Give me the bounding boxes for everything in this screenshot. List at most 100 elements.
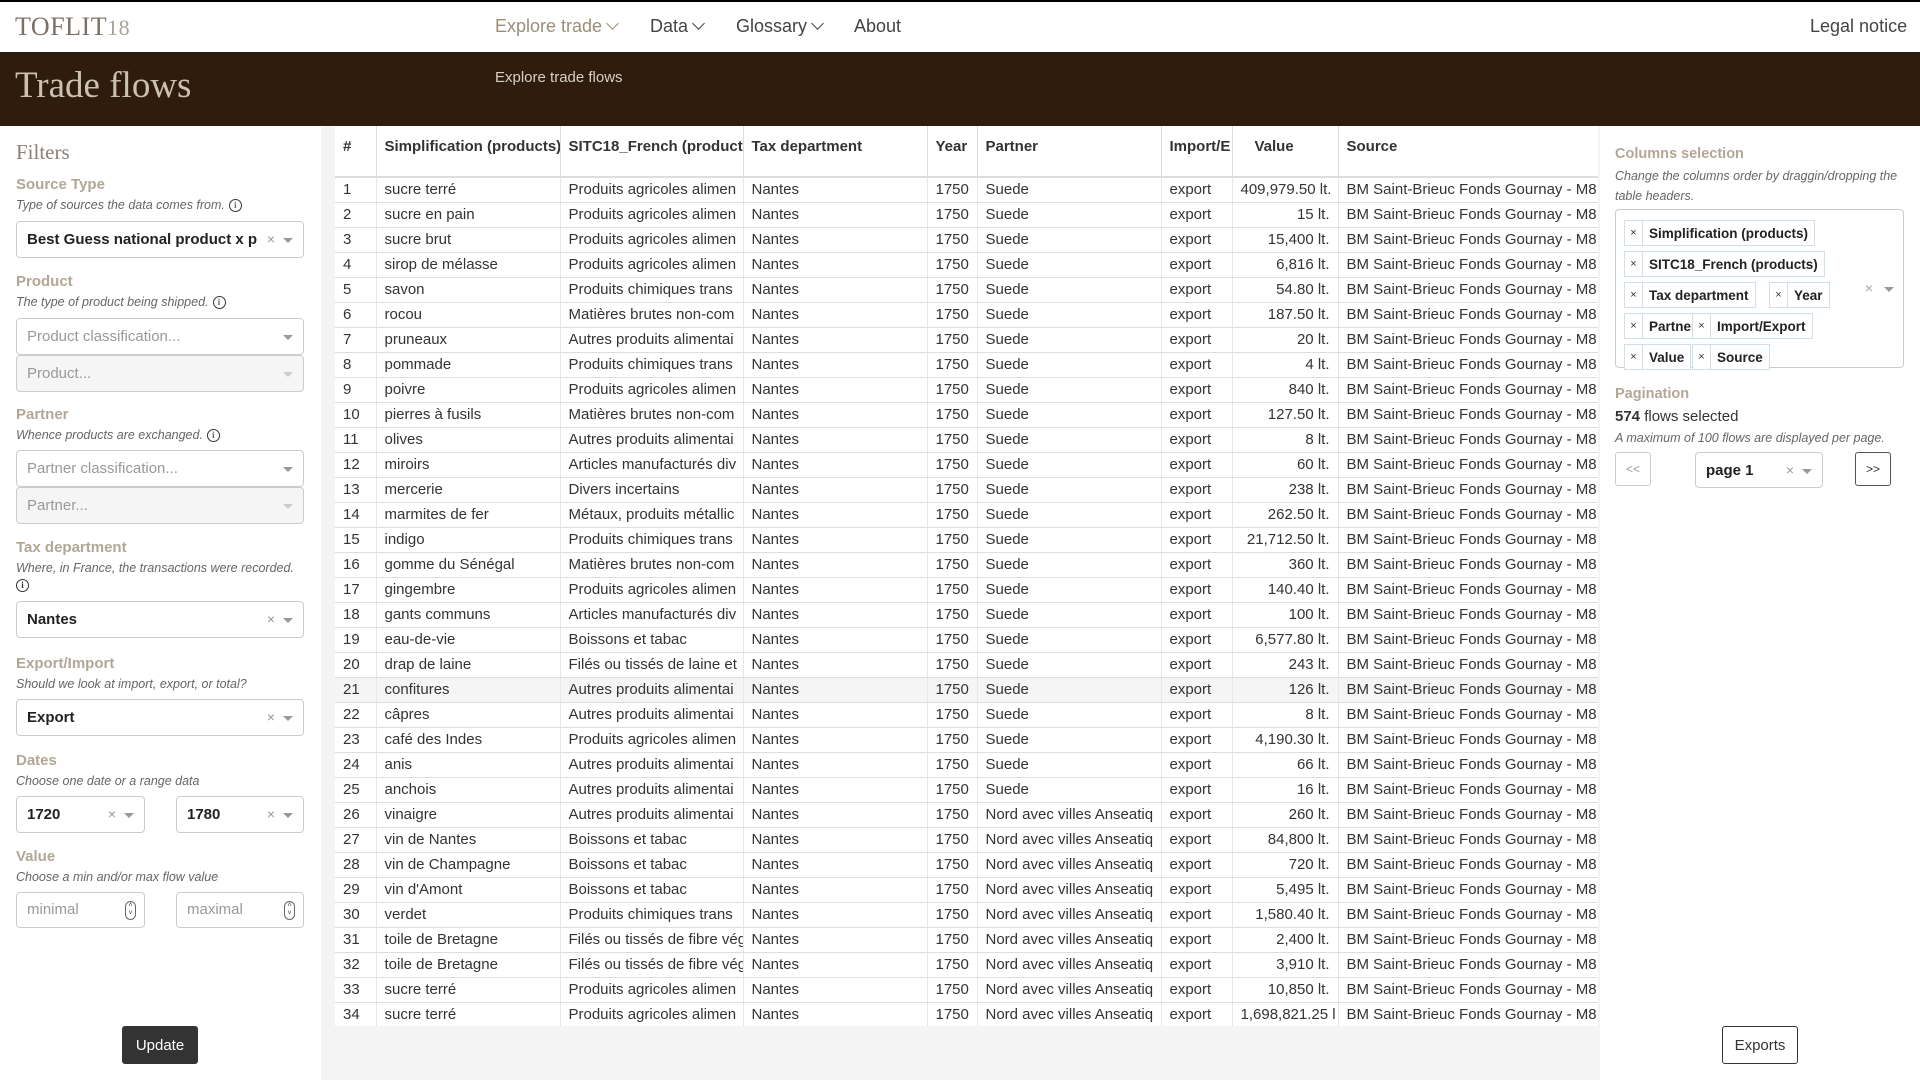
table-row[interactable]: 31 toile de Bretagne Filés ou tissés de fi… xyxy=(335,927,1598,953)
page-select[interactable]: page 1 × xyxy=(1695,452,1823,488)
table-row[interactable]: 24 anis Autres produits alimentai Nantes 175… xyxy=(335,752,1598,778)
column-header[interactable]: Tax department xyxy=(743,126,928,178)
clear-icon[interactable]: × xyxy=(267,611,275,627)
column-header[interactable]: Year xyxy=(927,126,978,178)
column-header[interactable]: Simplification (products) xyxy=(376,126,561,178)
clear-icon[interactable]: × xyxy=(1786,462,1794,478)
info-icon[interactable]: i xyxy=(212,296,226,309)
table-row[interactable]: 1 sucre terré Produits agricoles alimen Nan… xyxy=(335,177,1598,203)
column-tag[interactable]: × Import/Export xyxy=(1692,313,1813,339)
remove-tag-icon[interactable]: × xyxy=(1693,345,1711,369)
table-row[interactable]: 6 rocou Matières brutes non-com Nantes 1750 S… xyxy=(335,302,1598,328)
remove-tag-icon[interactable]: × xyxy=(1625,252,1643,276)
column-header[interactable]: Value xyxy=(1232,126,1339,178)
table-row[interactable]: 17 gingembre Produits agricoles alimen Nant… xyxy=(335,577,1598,603)
partner-classification-select[interactable]: Partner classification... xyxy=(16,450,304,487)
table-row[interactable]: 20 drap de laine Filés ou tissés de laine … xyxy=(335,652,1598,678)
column-tag[interactable]: × SITC18_French (products) xyxy=(1624,251,1825,277)
column-tag[interactable]: × Tax department xyxy=(1624,282,1756,308)
table-row[interactable]: 34 sucre terré Produits agricoles alimen Na… xyxy=(335,1002,1598,1026)
date-to-select[interactable]: 1780 × xyxy=(176,796,304,833)
remove-tag-icon[interactable]: × xyxy=(1625,314,1643,338)
table-row[interactable]: 15 indigo Produits chimiques trans Nantes 17… xyxy=(335,527,1598,553)
logo[interactable]: TOFLIT18 xyxy=(15,12,130,42)
table-row[interactable]: 27 vin de Nantes Boissons et tabac Nantes 17… xyxy=(335,827,1598,853)
tax-department-select[interactable]: Nantes × xyxy=(16,601,304,638)
nav-legal-notice[interactable]: Legal notice xyxy=(1810,16,1907,37)
table-row[interactable]: 16 gomme du Sénégal Matières brutes non-co… xyxy=(335,552,1598,578)
clear-icon[interactable]: × xyxy=(108,806,116,822)
info-icon[interactable]: i xyxy=(228,199,242,212)
table-row[interactable]: 23 café des Indes Produits agricoles alime… xyxy=(335,727,1598,753)
table-row[interactable]: 26 vinaigre Autres produits alimentai Nante… xyxy=(335,802,1598,828)
table-row[interactable]: 5 savon Produits chimiques trans Nantes 1750… xyxy=(335,277,1598,303)
table-row[interactable]: 19 eau-de-vie Boissons et tabac Nantes 1750 S… xyxy=(335,627,1598,653)
update-button[interactable]: Update xyxy=(122,1026,198,1064)
nav-data[interactable]: Data xyxy=(650,16,705,37)
next-page-button[interactable]: >> xyxy=(1855,452,1891,486)
clear-icon[interactable]: × xyxy=(267,709,275,725)
table-row[interactable]: 10 pierres à fusils Matières brutes non-co… xyxy=(335,402,1598,428)
date-from-select[interactable]: 1720 × xyxy=(16,796,145,833)
table-row[interactable]: 9 poivre Produits agricoles alimen Nantes 17… xyxy=(335,377,1598,403)
column-header[interactable]: # xyxy=(335,126,377,178)
table-row[interactable]: 13 mercerie Divers incertains Nantes 1750 Sue… xyxy=(335,477,1598,503)
table-row[interactable]: 32 toile de Bretagne Filés ou tissés de fi… xyxy=(335,952,1598,978)
table-row[interactable]: 25 anchois Autres produits alimentai Nantes… xyxy=(335,777,1598,803)
source-cell: BM Saint-Brieuc Fonds Gournay - M8 xyxy=(1338,552,1598,578)
table-row[interactable]: 8 pommade Produits chimiques trans Nantes 17… xyxy=(335,352,1598,378)
table-row[interactable]: 33 sucre terré Produits agricoles alimen Na… xyxy=(335,977,1598,1003)
sitc-cell: Autres produits alimentai xyxy=(560,752,744,778)
remove-tag-icon[interactable]: × xyxy=(1625,221,1643,245)
spinner-icon[interactable]: ˄ ˅ xyxy=(125,901,136,920)
clear-icon[interactable]: × xyxy=(267,806,275,822)
columns-multiselect[interactable]: × Simplification (products) × SITC18_French… xyxy=(1615,209,1904,370)
column-header[interactable]: Import/E xyxy=(1161,126,1233,178)
table-row[interactable]: 2 sucre en pain Produits agricoles alimen N… xyxy=(335,202,1598,228)
nav-about[interactable]: About xyxy=(854,16,901,37)
info-icon[interactable]: i xyxy=(16,579,29,592)
nav-explore-trade[interactable]: Explore trade xyxy=(495,16,619,37)
min-value-input[interactable]: minimal ˄ ˅ xyxy=(16,892,145,928)
table-row[interactable]: 29 vin d'Amont Boissons et tabac Nantes 1750… xyxy=(335,877,1598,903)
simplification-cell: toile de Bretagne xyxy=(376,952,561,978)
column-header[interactable]: Source xyxy=(1338,126,1598,178)
table-row[interactable]: 11 olives Autres produits alimentai Nantes 1… xyxy=(335,427,1598,453)
max-value-input[interactable]: maximal ˄ ˅ xyxy=(176,892,304,928)
clear-all-icon[interactable]: × xyxy=(1865,280,1873,296)
table-row[interactable]: 18 gants communs Articles manufacturés div… xyxy=(335,602,1598,628)
remove-tag-icon[interactable]: × xyxy=(1625,345,1643,369)
exports-button[interactable]: Exports xyxy=(1722,1026,1798,1064)
column-tag[interactable]: × Year xyxy=(1769,282,1830,308)
table-row[interactable]: 22 câpres Autres produits alimentai Nantes 1… xyxy=(335,702,1598,728)
table-row[interactable]: 30 verdet Produits chimiques trans Nantes 17… xyxy=(335,902,1598,928)
info-icon[interactable]: i xyxy=(206,429,220,442)
spinner-icon[interactable]: ˄ ˅ xyxy=(284,901,295,920)
column-tag[interactable]: × Simplification (products) xyxy=(1624,220,1816,246)
table-row[interactable]: 4 sirop de mélasse Produits agricoles alim… xyxy=(335,252,1598,278)
remove-tag-icon[interactable]: × xyxy=(1625,283,1643,307)
year-cell: 1750 xyxy=(927,552,978,578)
table-row[interactable]: 7 pruneaux Autres produits alimentai Nantes… xyxy=(335,327,1598,353)
product-classification-select[interactable]: Product classification... xyxy=(16,318,304,355)
remove-tag-icon[interactable]: × xyxy=(1693,314,1711,338)
sitc-cell: Produits agricoles alimen xyxy=(560,177,744,203)
partner-select[interactable]: Partner... xyxy=(16,487,304,524)
column-header[interactable]: Partner xyxy=(977,126,1162,178)
table-row[interactable]: 28 vin de Champagne Boissons et tabac Nante… xyxy=(335,852,1598,878)
product-select[interactable]: Product... xyxy=(16,355,304,392)
table-row[interactable]: 3 sucre brut Produits agricoles alimen Nant… xyxy=(335,227,1598,253)
source-type-select[interactable]: Best Guess national product x p… × xyxy=(16,221,304,258)
prev-page-button[interactable]: << xyxy=(1615,452,1651,486)
dates-help: Choose one date or a range data xyxy=(16,774,200,788)
remove-tag-icon[interactable]: × xyxy=(1770,283,1788,307)
column-tag[interactable]: × Value xyxy=(1624,344,1692,370)
column-header[interactable]: SITC18_French (products xyxy=(560,126,744,178)
table-row[interactable]: 21 confitures Autres produits alimentai Nan… xyxy=(335,677,1598,703)
export-import-select[interactable]: Export × xyxy=(16,699,304,736)
clear-icon[interactable]: × xyxy=(267,231,275,247)
table-row[interactable]: 12 miroirs Articles manufacturés div Nantes… xyxy=(335,452,1598,478)
nav-glossary[interactable]: Glossary xyxy=(736,16,824,37)
column-tag[interactable]: × Source xyxy=(1692,344,1770,370)
table-row[interactable]: 14 marmites de fer Métaux, produits métall… xyxy=(335,502,1598,528)
